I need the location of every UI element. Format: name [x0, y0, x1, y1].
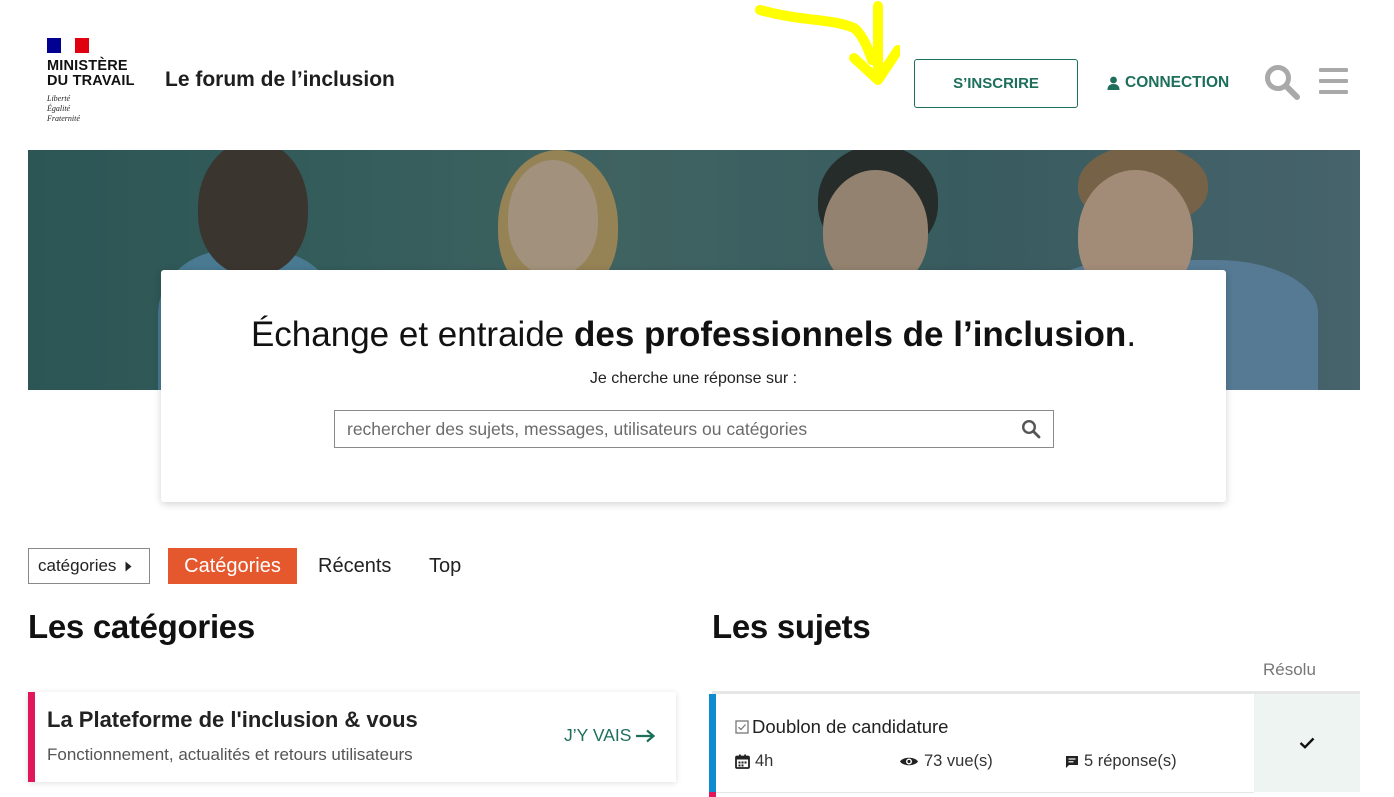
topic-row-divider	[716, 792, 1254, 793]
checkbox-checked-icon	[735, 720, 749, 734]
hero-title-plain: Échange et entraide	[250, 315, 574, 354]
topic-replies: 5 réponse(s)	[1065, 752, 1177, 771]
ministry-line-1: MINISTÈRE	[47, 58, 128, 74]
user-icon	[1107, 76, 1120, 90]
ministry-name: MINISTÈRE DU TRAVAIL	[47, 59, 157, 89]
ministry-logo[interactable]: MINISTÈRE DU TRAVAIL Liberté Égalité Fra…	[47, 38, 157, 124]
devise-egalite: Égalité	[47, 104, 71, 113]
caret-right-icon	[125, 561, 132, 571]
topic-replies-text: 5 réponse(s)	[1084, 752, 1177, 770]
topic-resolved-cell	[1254, 694, 1360, 792]
topic-title-text: Doublon de candidature	[752, 716, 949, 737]
search-submit-icon[interactable]	[1021, 419, 1041, 439]
topic-views-text: 73 vue(s)	[924, 752, 993, 770]
tab-top[interactable]: Top	[429, 548, 461, 584]
topics-section-title: Les sujets	[712, 608, 871, 645]
page: MINISTÈRE DU TRAVAIL Liberté Égalité Fra…	[0, 0, 1394, 797]
signup-button[interactable]: S’INSCRIRE	[914, 59, 1078, 108]
topic-views: 73 vue(s)	[899, 752, 993, 771]
eye-icon	[900, 757, 918, 766]
comment-icon	[1066, 755, 1078, 768]
category-description: Fonctionnement, actualités et retours ut…	[47, 745, 413, 764]
topic-age: 4h	[735, 752, 773, 771]
devise-liberte: Liberté	[47, 94, 71, 103]
topic-age-text: 4h	[755, 752, 774, 770]
topic-title[interactable]: Doublon de candidature	[735, 716, 948, 738]
hamburger-menu-icon[interactable]	[1319, 68, 1348, 96]
next-topic-category-marker	[709, 792, 716, 797]
devise-fraternite: Fraternité	[47, 114, 80, 123]
arrow-right-icon	[636, 729, 656, 742]
site-title[interactable]: Le forum de l’inclusion	[165, 68, 395, 92]
login-label: CONNECTION	[1125, 74, 1230, 91]
hero-title: Échange et entraide des professionnels d…	[161, 315, 1226, 355]
search-input[interactable]	[335, 411, 1015, 447]
login-button[interactable]: CONNECTION	[1107, 70, 1229, 96]
search-icon[interactable]	[1264, 64, 1300, 100]
search-field	[334, 410, 1054, 448]
category-card[interactable]: La Plateforme de l'inclusion & vous Fonc…	[28, 692, 676, 782]
annotation-arrow-icon	[755, 1, 900, 85]
tab-recents[interactable]: Récents	[318, 548, 391, 584]
search-card: Échange et entraide des professionnels d…	[161, 270, 1226, 502]
calendar-icon	[735, 754, 750, 769]
category-go-label: J’Y VAIS	[564, 725, 632, 745]
hero-subtitle: Je cherche une réponse sur :	[589, 370, 798, 387]
resolved-column-header: Résolu	[1263, 660, 1316, 679]
categories-dropdown[interactable]: catégories	[28, 548, 150, 584]
checkmark-icon	[1299, 737, 1315, 749]
categories-section-title: Les catégories	[28, 608, 255, 645]
tab-categories[interactable]: Catégories	[168, 548, 297, 584]
category-name[interactable]: La Plateforme de l'inclusion & vous	[47, 707, 418, 733]
categories-dropdown-label: catégories	[38, 556, 117, 575]
hero-title-bold: des professionnels de l’inclusion	[573, 315, 1127, 354]
republique-flag-icon	[47, 38, 89, 53]
category-go-link[interactable]: J’Y VAIS	[564, 725, 657, 746]
hero-title-end: .	[1126, 315, 1137, 354]
ministry-line-2: DU TRAVAIL	[47, 73, 135, 89]
ministry-devise: Liberté Égalité Fraternité	[47, 94, 157, 124]
